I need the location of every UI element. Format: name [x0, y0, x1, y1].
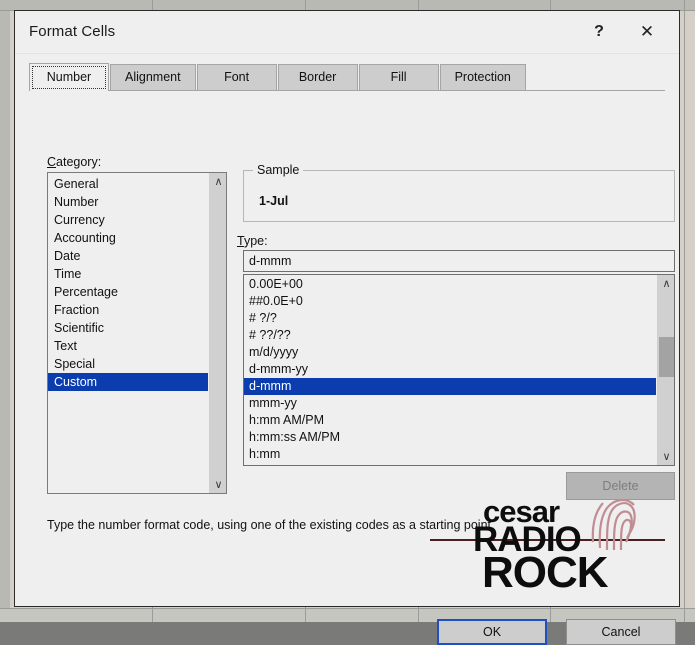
type-item-0[interactable]: 0.00E+00 [244, 276, 656, 293]
category-item-custom[interactable]: Custom [48, 373, 208, 391]
tab-number[interactable]: Number [29, 63, 109, 91]
type-item-1[interactable]: ##0.0E+0 [244, 293, 656, 310]
type-item-5[interactable]: d-mmm-yy [244, 361, 656, 378]
tab-strip: Number Alignment Font Border Fill Protec… [29, 62, 665, 91]
category-item-number[interactable]: Number [48, 193, 208, 211]
chevron-up-icon[interactable]: ∧ [658, 275, 675, 292]
tab-border[interactable]: Border [278, 64, 358, 90]
category-item-fraction[interactable]: Fraction [48, 301, 208, 319]
tab-alignment[interactable]: Alignment [110, 64, 196, 90]
category-listbox-items: General Number Currency Accounting Date … [48, 173, 208, 493]
tab-protection[interactable]: Protection [440, 64, 526, 90]
category-item-text[interactable]: Text [48, 337, 208, 355]
sample-legend: Sample [253, 163, 303, 177]
scrollbar-thumb[interactable] [659, 337, 674, 377]
type-listbox-items: 0.00E+00 ##0.0E+0 # ?/? # ??/?? m/d/yyyy… [244, 275, 656, 465]
type-item-8[interactable]: h:mm AM/PM [244, 412, 656, 429]
format-cells-dialog: Format Cells ? ✕ Number Alignment Font B… [14, 10, 680, 607]
chevron-up-icon[interactable]: ∧ [210, 173, 227, 190]
category-item-accounting[interactable]: Accounting [48, 229, 208, 247]
type-item-7[interactable]: mmm-yy [244, 395, 656, 412]
category-item-scientific[interactable]: Scientific [48, 319, 208, 337]
ok-button[interactable]: OK [437, 619, 547, 645]
dialog-body: Number Alignment Font Border Fill Protec… [15, 54, 679, 606]
type-label-mnemonic: T [237, 234, 244, 248]
category-item-currency[interactable]: Currency [48, 211, 208, 229]
type-listbox[interactable]: 0.00E+00 ##0.0E+0 # ?/? # ??/?? m/d/yyyy… [243, 274, 675, 466]
cancel-button[interactable]: Cancel [566, 619, 676, 645]
dialog-titlebar: Format Cells ? ✕ [15, 11, 679, 54]
sample-group-box [243, 170, 675, 222]
category-label-mnemonic: C [47, 155, 56, 169]
category-item-date[interactable]: Date [48, 247, 208, 265]
chevron-down-icon[interactable]: ∨ [658, 448, 675, 465]
category-label: Category: [47, 155, 101, 169]
sheet-row-header [0, 0, 10, 622]
dialog-title: Format Cells [29, 23, 115, 40]
category-item-general[interactable]: General [48, 175, 208, 193]
sheet-column-header [0, 0, 695, 10]
sheet-column-separator [684, 0, 685, 622]
delete-button[interactable]: Delete [566, 472, 675, 500]
category-item-special[interactable]: Special [48, 355, 208, 373]
hint-text: Type the number format code, using one o… [47, 518, 495, 532]
close-icon[interactable]: ✕ [627, 16, 667, 48]
sheet-row-separator [0, 608, 695, 609]
type-item-6[interactable]: d-mmm [244, 378, 656, 395]
type-item-10[interactable]: h:mm [244, 446, 656, 463]
type-scrollbar[interactable]: ∧ ∨ [657, 275, 674, 465]
help-icon[interactable]: ? [579, 16, 619, 48]
category-item-percentage[interactable]: Percentage [48, 283, 208, 301]
tab-fill[interactable]: Fill [359, 64, 439, 90]
category-item-time[interactable]: Time [48, 265, 208, 283]
sample-value: 1-Jul [259, 194, 288, 208]
category-listbox[interactable]: General Number Currency Accounting Date … [47, 172, 227, 494]
chevron-down-icon[interactable]: ∨ [210, 476, 227, 493]
category-label-rest: ategory: [56, 155, 101, 169]
category-scrollbar[interactable]: ∧ ∨ [209, 173, 226, 493]
type-input[interactable] [243, 250, 675, 272]
tab-number-label: Number [47, 70, 91, 84]
tab-font[interactable]: Font [197, 64, 277, 90]
type-item-3[interactable]: # ??/?? [244, 327, 656, 344]
type-label: Type: [237, 234, 268, 248]
type-item-9[interactable]: h:mm:ss AM/PM [244, 429, 656, 446]
type-item-4[interactable]: m/d/yyyy [244, 344, 656, 361]
type-label-rest: ype: [244, 234, 268, 248]
type-item-2[interactable]: # ?/? [244, 310, 656, 327]
